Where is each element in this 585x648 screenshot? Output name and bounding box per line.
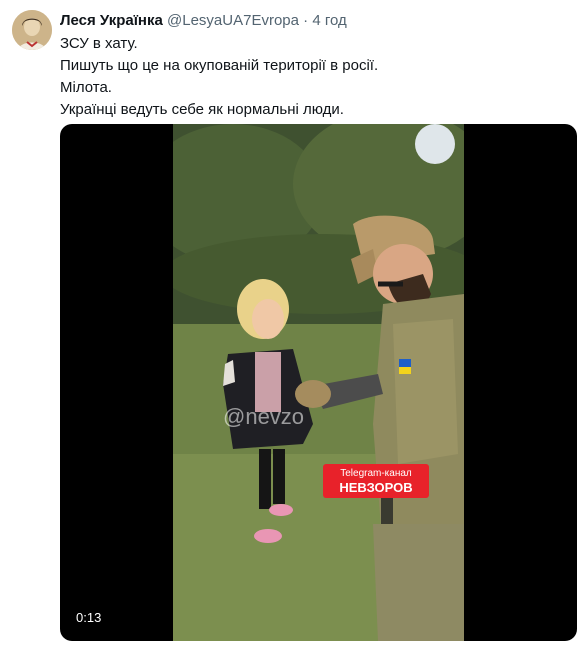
- author-name[interactable]: Леся Українка: [60, 12, 163, 29]
- separator-dot: ·: [303, 12, 309, 29]
- tweet-text-line: ЗСУ в хату.: [60, 35, 138, 52]
- timestamp[interactable]: 4 год: [312, 12, 346, 29]
- video-scene: @nevzo: [173, 124, 464, 641]
- overlay-line1: Telegram-канал: [340, 468, 412, 479]
- tweet-text-line: Мілота.: [60, 79, 112, 96]
- video-player[interactable]: @nevzo Telegram-канал НЕВЗОРОВ 0:13: [60, 124, 577, 641]
- author-handle[interactable]: @LesyaUA7Evropa: [167, 12, 299, 29]
- channel-overlay-badge: Telegram-канал НЕВЗОРОВ: [323, 464, 429, 498]
- avatar[interactable]: [12, 10, 52, 50]
- tweet-text-line: Пишуть що це на окупованій території в р…: [60, 57, 379, 74]
- avatar-image: [12, 10, 52, 50]
- tweet[interactable]: Леся Українка @LesyaUA7Evropa · 4 год ЗС…: [0, 0, 585, 648]
- tweet-text-line: Українці ведуть себе як нормальні люди.: [60, 101, 344, 118]
- tweet-text: ЗСУ в хату. Пишуть що це на окупованій т…: [60, 34, 570, 122]
- tweet-header: Леся Українка @LesyaUA7Evropa · 4 год: [60, 12, 347, 30]
- overlay-line2: НЕВЗОРОВ: [339, 480, 413, 495]
- video-frame[interactable]: @nevzo Telegram-канал НЕВЗОРОВ: [173, 124, 464, 641]
- video-duration: 0:13: [70, 608, 108, 628]
- watermark-text: @nevzo: [223, 404, 304, 429]
